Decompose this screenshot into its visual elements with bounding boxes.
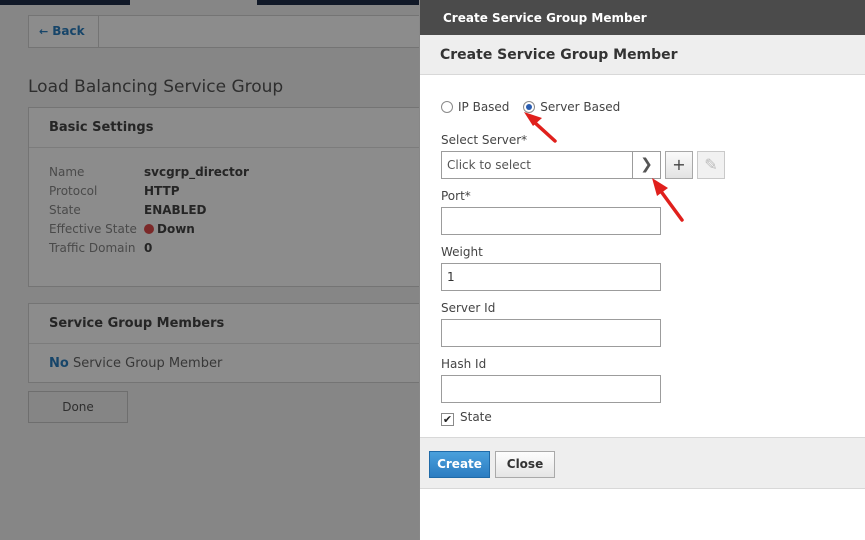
state-checkbox[interactable]: ✔ [441, 413, 454, 426]
create-button[interactable]: Create [429, 451, 490, 478]
plus-icon: + [672, 155, 686, 174]
create-member-dialog: Create Service Group Member Create Servi… [419, 0, 865, 540]
port-label: Port* [441, 189, 471, 203]
hash-id-input[interactable] [441, 375, 661, 403]
dialog-header: Create Service Group Member [420, 35, 865, 75]
port-input[interactable] [441, 207, 661, 235]
edit-server-button[interactable]: ✎ [697, 151, 725, 179]
radio-server-based[interactable]: Server Based [523, 100, 620, 114]
radio-server-based-control[interactable] [523, 101, 536, 113]
hash-id-label: Hash Id [441, 357, 487, 371]
radio-ip-based[interactable]: IP Based [441, 100, 509, 114]
radio-ip-based-label: IP Based [458, 100, 510, 114]
select-server-value: Click to select [447, 158, 531, 172]
state-checkbox-row[interactable]: ✔ State [441, 410, 492, 426]
weight-label: Weight [441, 245, 483, 259]
state-label: State [460, 410, 492, 424]
add-server-button[interactable]: + [665, 151, 693, 179]
select-server-label: Select Server* [441, 133, 528, 147]
select-server-field[interactable]: Click to select ❯ [441, 151, 661, 179]
server-id-input[interactable] [441, 319, 661, 347]
check-icon: ✔ [442, 413, 453, 426]
dialog-titlebar: Create Service Group Member [420, 0, 865, 35]
weight-input[interactable]: 1 [441, 263, 661, 291]
chevron-right-icon[interactable]: ❯ [632, 152, 660, 178]
member-type-radio-group: IP Based Server Based [441, 100, 630, 114]
radio-ip-based-control[interactable] [441, 101, 453, 113]
pencil-icon: ✎ [704, 155, 718, 174]
close-button[interactable]: Close [495, 451, 555, 478]
server-id-label: Server Id [441, 301, 496, 315]
radio-server-based-label: Server Based [540, 100, 621, 114]
dialog-footer: Create Close [420, 437, 865, 489]
dialog-body: IP Based Server Based Select Server* Cli… [420, 75, 865, 437]
